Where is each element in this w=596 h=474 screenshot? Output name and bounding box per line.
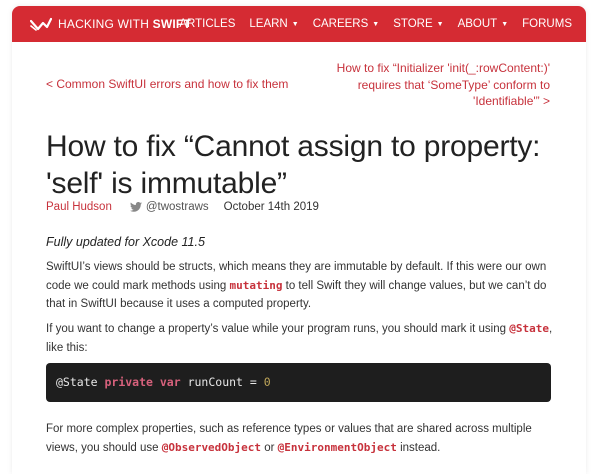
twitter-handle-link[interactable]: @twostraws: [146, 201, 209, 213]
updated-note: Fully updated for Xcode 11.5: [46, 235, 205, 249]
chevron-down-icon: ▼: [436, 20, 444, 28]
inline-code-mutating: mutating: [229, 278, 283, 292]
article-title: How to fix “Cannot assign to property: '…: [46, 130, 541, 200]
top-navigation-bar: HACKING WITH SWIFT ARTICLES LEARN ▼ CAREE…: [12, 6, 586, 42]
article-page: HACKING WITH SWIFT ARTICLES LEARN ▼ CAREE…: [12, 6, 586, 474]
nav-about[interactable]: ABOUT ▼: [458, 18, 509, 30]
nav-careers[interactable]: CAREERS ▼: [313, 18, 380, 30]
chevron-down-icon: ▼: [291, 20, 299, 28]
article-byline: Paul Hudson @twostraws October 14th 2019: [46, 201, 319, 213]
inline-code-state: @State: [509, 322, 549, 335]
nav-learn[interactable]: LEARN ▼: [249, 18, 298, 30]
twitter-icon: [129, 202, 142, 212]
browser-viewport: HACKING WITH SWIFT ARTICLES LEARN ▼ CAREE…: [0, 0, 596, 474]
nav-articles[interactable]: ARTICLES: [179, 18, 235, 30]
author-link[interactable]: Paul Hudson: [46, 201, 112, 213]
nav-store[interactable]: STORE ▼: [393, 18, 443, 30]
hws-logo-icon: [30, 17, 52, 31]
previous-article-link[interactable]: < Common SwiftUI errors and how to fix t…: [46, 77, 288, 91]
paragraph-1: SwiftUI’s views should be structs, which…: [46, 261, 547, 310]
next-article-link[interactable]: How to fix “Initializer 'init(_:rowConte…: [310, 60, 550, 110]
chevron-down-icon: ▼: [372, 20, 380, 28]
code-block: @State private var runCount = 0: [46, 363, 551, 402]
publish-date: October 14th 2019: [223, 201, 319, 213]
inline-code-observedobject: @ObservedObject: [161, 440, 262, 454]
nav-forums[interactable]: FORUMS: [522, 18, 572, 30]
main-menu: ARTICLES LEARN ▼ CAREERS ▼ STORE ▼ ABOUT ▼ F…: [165, 6, 586, 42]
paragraph-2: If you want to change a property’s value…: [46, 322, 553, 354]
chevron-down-icon: ▼: [501, 20, 509, 28]
paragraph-3: For more complex properties, such as ref…: [46, 423, 532, 454]
inline-code-environmentobject: @EnvironmentObject: [277, 440, 397, 454]
